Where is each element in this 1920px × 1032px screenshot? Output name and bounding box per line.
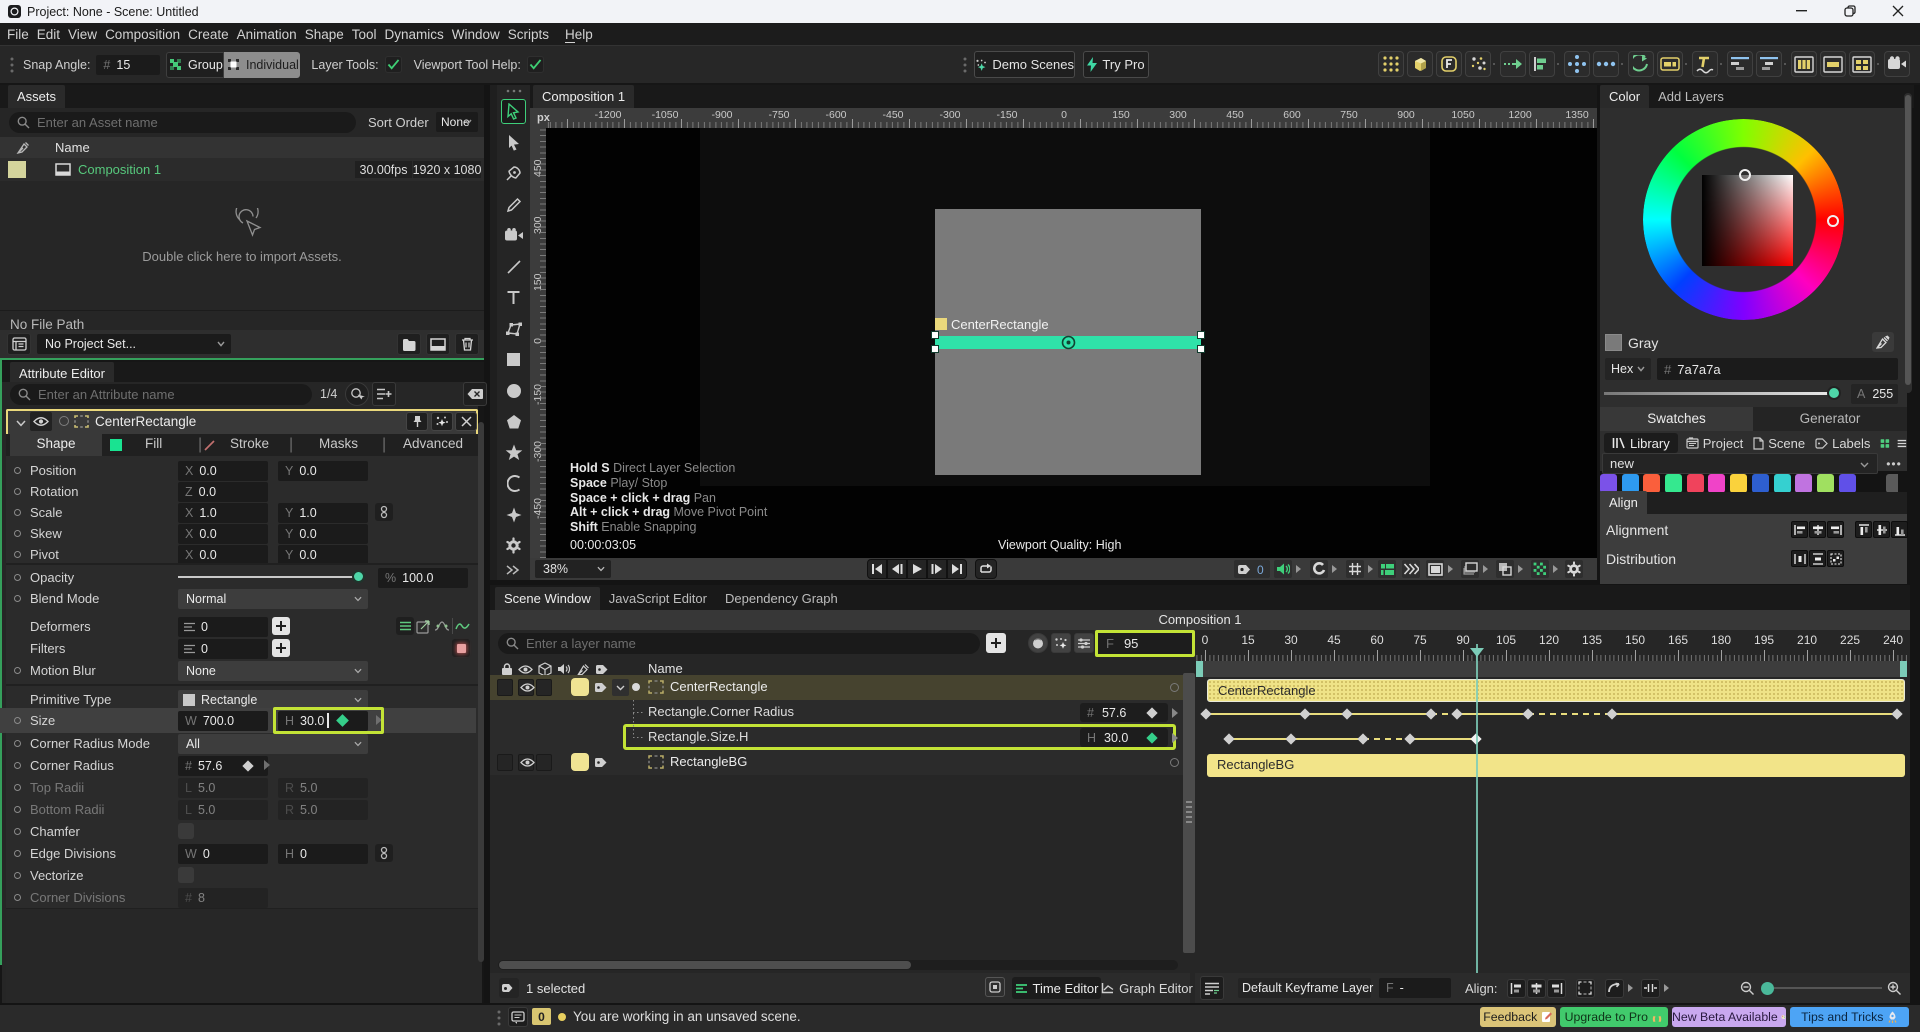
svg-text:0: 0 (1257, 563, 1264, 576)
